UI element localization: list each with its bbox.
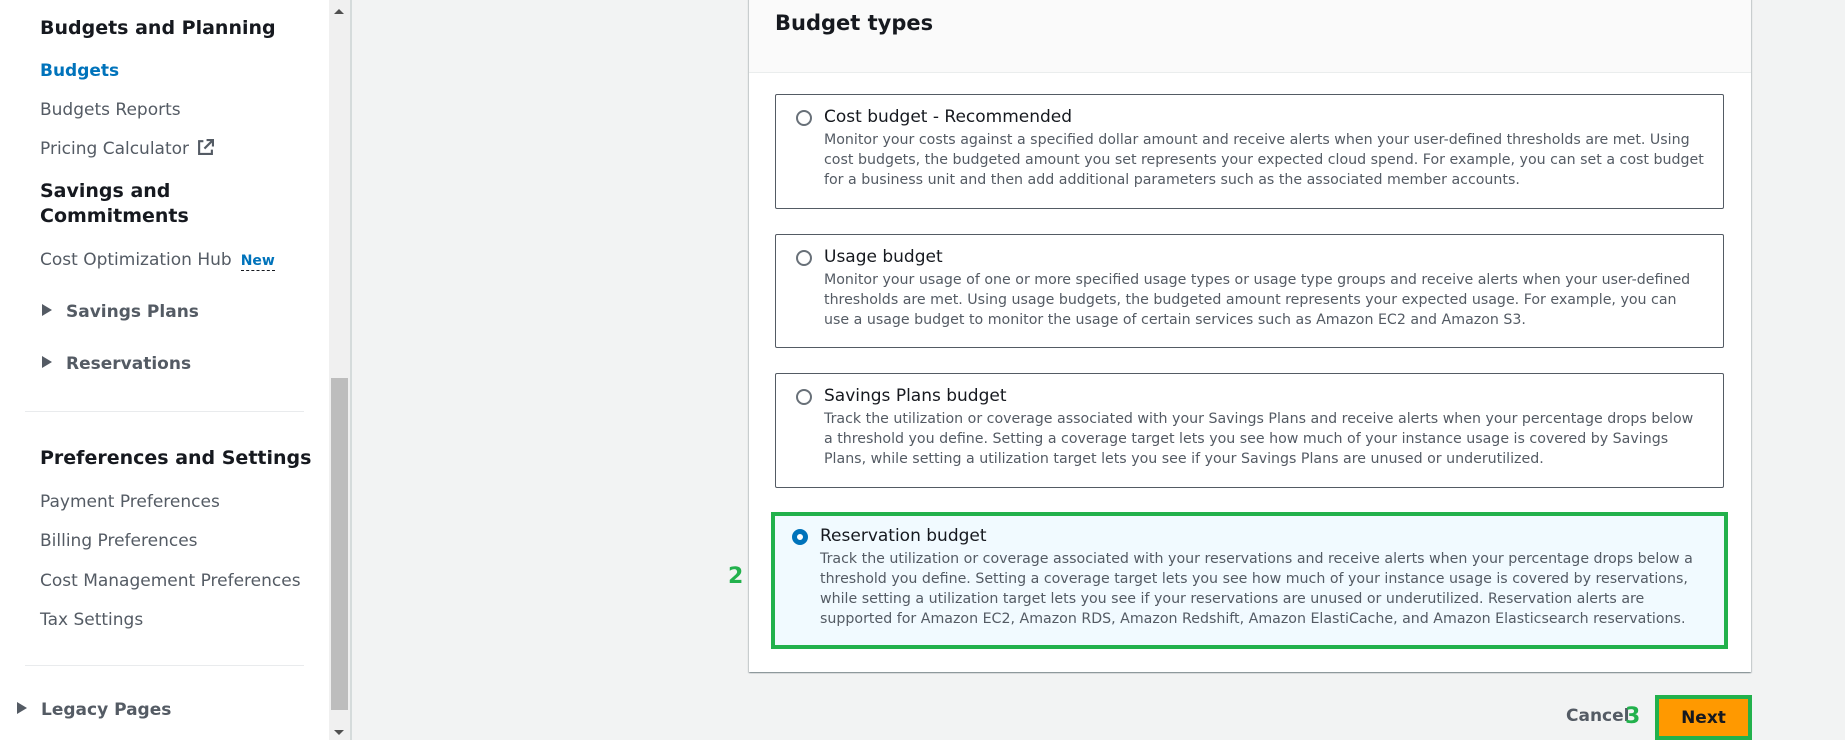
sidebar-border xyxy=(350,0,352,740)
sidebar-item-label: Legacy Pages xyxy=(41,700,172,720)
annotation-step-2: 2 xyxy=(728,564,744,589)
sidebar-item-label: Savings Plans xyxy=(66,302,199,322)
radio-usage-budget[interactable] xyxy=(796,250,812,266)
sidebar-expander-savings-plans[interactable]: Savings Plans xyxy=(42,301,199,323)
next-button[interactable]: Next xyxy=(1659,699,1748,736)
sidebar-expander-reservations[interactable]: Reservations xyxy=(42,353,191,375)
option-savings-plans-budget[interactable]: Savings Plans budget Track the utilizati… xyxy=(775,373,1724,488)
option-description: Track the utilization or coverage associ… xyxy=(824,411,1694,467)
section-heading-line: Savings and xyxy=(40,180,171,202)
option-cost-budget[interactable]: Cost budget - Recommended Monitor your c… xyxy=(775,94,1724,209)
sidebar-item-label: Pricing Calculator xyxy=(40,139,190,159)
sidebar-item-cost-management-preferences[interactable]: Cost Management Preferences xyxy=(40,570,301,592)
option-description: Monitor your usage of one or more specif… xyxy=(824,272,1691,328)
sidebar-item-budgets-reports[interactable]: Budgets Reports xyxy=(40,99,181,121)
sidebar-item-payment-preferences[interactable]: Payment Preferences xyxy=(40,491,220,513)
sidebar-item-label: Cost Optimization Hub xyxy=(40,250,232,270)
annotation-step-3: 3 xyxy=(1625,704,1641,729)
sidebar-item-label: Reservations xyxy=(66,354,192,374)
scroll-down-arrow-icon[interactable] xyxy=(334,730,344,735)
sidebar-nav: Budgets and Planning Budgets Budgets Rep… xyxy=(0,0,329,740)
radio-cost-budget[interactable] xyxy=(796,110,812,126)
option-description: Monitor your costs against a specified d… xyxy=(824,132,1704,188)
scroll-up-arrow-icon[interactable] xyxy=(334,9,344,14)
section-heading-line: Commitments xyxy=(40,205,189,227)
cancel-button[interactable]: Cancel xyxy=(1566,705,1629,727)
sidebar-expander-legacy-pages[interactable]: Legacy Pages xyxy=(17,699,171,721)
sidebar-scrollbar[interactable] xyxy=(329,0,350,740)
caret-right-icon xyxy=(17,702,27,714)
section-heading-preferences-settings: Preferences and Settings xyxy=(40,447,312,469)
next-button-highlight: Next xyxy=(1655,695,1752,740)
option-label: Cost budget - Recommended xyxy=(824,107,1073,127)
panel-title: Budget types xyxy=(775,11,934,35)
sidebar-item-budgets[interactable]: Budgets xyxy=(40,60,119,82)
radio-reservation-budget[interactable] xyxy=(792,529,808,545)
sidebar-item-tax-settings[interactable]: Tax Settings xyxy=(40,609,143,631)
option-label: Reservation budget xyxy=(820,526,987,546)
sidebar-item-billing-preferences[interactable]: Billing Preferences xyxy=(40,530,198,552)
caret-right-icon xyxy=(42,304,52,316)
sidebar-item-cost-optimization-hub[interactable]: Cost Optimization Hub New xyxy=(40,249,275,271)
sidebar-divider xyxy=(25,411,304,412)
caret-right-icon xyxy=(42,356,52,368)
sidebar-divider xyxy=(25,665,304,666)
new-badge: New xyxy=(240,253,275,271)
option-reservation-budget[interactable]: Reservation budget Track the utilization… xyxy=(771,512,1728,649)
option-description: Track the utilization or coverage associ… xyxy=(820,551,1693,627)
budget-types-panel: Budget types Cost budget - Recommended M… xyxy=(749,0,1751,672)
option-label: Usage budget xyxy=(824,247,943,267)
sidebar-item-pricing-calculator[interactable]: Pricing Calculator xyxy=(40,138,215,160)
scrollbar-thumb[interactable] xyxy=(331,378,348,710)
external-link-icon xyxy=(198,139,215,155)
section-heading-savings-commitments: Savings and Commitments xyxy=(40,179,189,229)
section-heading-budgets-planning: Budgets and Planning xyxy=(40,17,276,39)
option-usage-budget[interactable]: Usage budget Monitor your usage of one o… xyxy=(775,234,1724,348)
radio-savings-plans-budget[interactable] xyxy=(796,389,812,405)
option-label: Savings Plans budget xyxy=(824,386,1007,406)
panel-header: Budget types xyxy=(749,0,1751,73)
